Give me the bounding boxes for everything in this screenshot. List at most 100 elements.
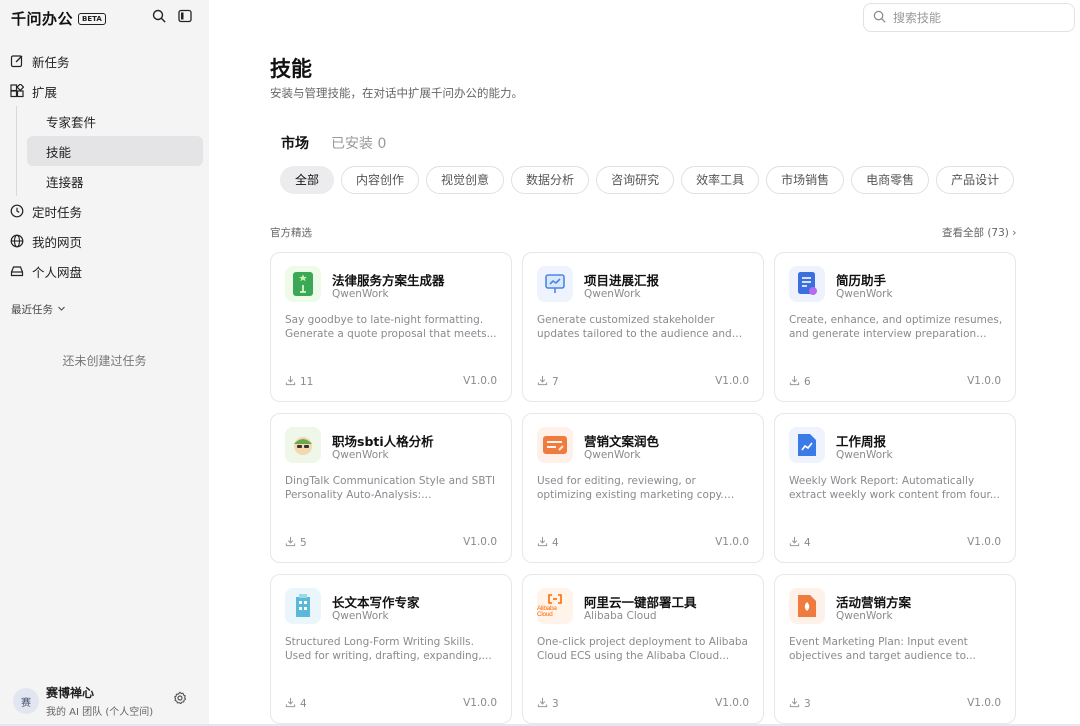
skill-description: Create, enhance, and optimize resumes, a… (789, 314, 1003, 340)
skill-version: V1.0.0 (715, 375, 749, 387)
chip-visual-creative[interactable]: 视觉创意 (426, 166, 505, 194)
skill-description: DingTalk Communication Style and SBTI Pe… (285, 475, 496, 501)
skill-name: 简历助手 (836, 273, 887, 288)
presentation-icon (537, 266, 573, 302)
download-count: 3 (537, 697, 559, 711)
sidebar-item-label: 扩展 (32, 84, 58, 100)
brand: 千问办公 BETA (11, 8, 106, 29)
chip-data-analysis[interactable]: 数据分析 (511, 166, 590, 194)
sidebar-item-new-task[interactable]: 新任务 (0, 46, 209, 76)
skill-card[interactable]: 项目进展汇报 QwenWork Generate customized stak… (522, 252, 764, 402)
download-count-value: 4 (300, 698, 307, 710)
edit-icon (10, 54, 24, 68)
download-count-value: 3 (804, 698, 811, 710)
skill-card[interactable]: 活动营销方案 QwenWork Event Marketing Plan: In… (774, 574, 1016, 724)
chip-productivity-tools[interactable]: 效率工具 (681, 166, 760, 194)
skill-card[interactable]: 职场sbti人格分析 QwenWork DingTalk Communicati… (270, 413, 512, 563)
beta-badge: BETA (78, 12, 106, 25)
page-subtitle: 安装与管理技能，在对话中扩展千问办公的能力。 (270, 86, 523, 100)
skill-description: Generate customized stakeholder updates … (537, 314, 732, 340)
sidebar-item-my-pages[interactable]: 我的网页 (0, 226, 209, 256)
skill-author: QwenWork (836, 288, 893, 300)
download-count: 3 (789, 697, 811, 711)
skill-version: V1.0.0 (967, 536, 1001, 548)
skill-author: QwenWork (332, 610, 389, 622)
drive-icon (10, 264, 24, 278)
search-bar[interactable] (863, 3, 1075, 32)
skill-card[interactable]: 营销文案润色 QwenWork Used for editing, review… (522, 413, 764, 563)
download-count: 4 (285, 697, 307, 711)
download-count-value: 4 (552, 537, 559, 549)
chip-product-design[interactable]: 产品设计 (936, 166, 1015, 194)
sidebar-item-expert-kits[interactable]: 专家套件 (27, 106, 203, 136)
download-count: 5 (285, 536, 307, 550)
skill-card[interactable]: 法律服务方案生成器 QwenWork Say goodbye to late-n… (270, 252, 512, 402)
download-icon (789, 375, 800, 389)
skill-name: 职场sbti人格分析 (332, 434, 434, 449)
sidebar: 千问办公 BETA 新任务 扩展 专家套件 技能 连接器 定时任务 我的网页 个… (0, 0, 209, 726)
download-count: 4 (789, 536, 811, 550)
download-count: 7 (537, 375, 559, 389)
chip-all[interactable]: 全部 (280, 166, 335, 194)
building-icon (285, 588, 321, 624)
download-count-value: 6 (804, 376, 811, 388)
download-count-value: 5 (300, 537, 307, 549)
skill-version: V1.0.0 (715, 536, 749, 548)
user-profile[interactable]: 赛 赛博禅心 我的 AI 团队 (个人空间) (13, 684, 193, 718)
skill-card[interactable]: Alibaba Cloud 阿里云一键部署工具 Alibaba Cloud On… (522, 574, 764, 724)
sidebar-item-skills[interactable]: 技能 (27, 136, 203, 166)
sidebar-item-label: 连接器 (46, 174, 84, 190)
skill-card[interactable]: 工作周报 QwenWork Weekly Work Report: Automa… (774, 413, 1016, 563)
tab-market[interactable]: 市场 (281, 133, 309, 153)
section-label: 官方精选 (270, 227, 312, 239)
download-icon (537, 536, 548, 550)
search-icon (873, 8, 886, 27)
logo-text: Alibaba Cloud (537, 604, 557, 618)
sidebar-nav: 新任务 扩展 专家套件 技能 连接器 定时任务 我的网页 个人网盘 (0, 46, 209, 286)
file-fire-icon (789, 588, 825, 624)
sidebar-item-personal-drive[interactable]: 个人网盘 (0, 256, 209, 286)
sidebar-item-label: 专家套件 (46, 114, 97, 130)
chip-marketing-sales[interactable]: 市场销售 (766, 166, 845, 194)
chip-ecommerce-retail[interactable]: 电商零售 (851, 166, 930, 194)
sidebar-item-extensions[interactable]: 扩展 (0, 76, 209, 106)
chip-content-creation[interactable]: 内容创作 (341, 166, 420, 194)
gear-icon[interactable] (173, 690, 187, 709)
clock-icon (10, 204, 24, 218)
download-icon (789, 536, 800, 550)
search-input[interactable] (893, 10, 1063, 25)
download-icon (537, 375, 548, 389)
user-name: 赛博禅心 (46, 686, 95, 700)
skill-name: 长文本写作专家 (332, 595, 420, 610)
chevron-down-icon (57, 304, 66, 316)
download-count: 4 (537, 536, 559, 550)
download-count-value: 11 (300, 376, 314, 388)
sidebar-item-scheduled-tasks[interactable]: 定时任务 (0, 196, 209, 226)
skill-version: V1.0.0 (967, 697, 1001, 709)
skill-card[interactable]: 简历助手 QwenWork Create, enhance, and optim… (774, 252, 1016, 402)
download-icon (285, 536, 296, 550)
sidebar-toggle-icon[interactable] (178, 9, 192, 23)
skill-card[interactable]: 长文本写作专家 QwenWork Structured Long-Form Wr… (270, 574, 512, 724)
skill-description: Event Marketing Plan: Input event object… (789, 636, 976, 662)
tabs: 市场 已安装 0 (281, 133, 386, 153)
chip-consulting-research[interactable]: 咨询研究 (596, 166, 675, 194)
skill-description: Used for editing, reviewing, or optimizi… (537, 475, 724, 501)
recent-tasks-toggle[interactable]: 最近任务 (11, 302, 66, 317)
skill-name: 法律服务方案生成器 (332, 273, 445, 288)
tab-installed[interactable]: 已安装 0 (331, 133, 386, 153)
view-all-link[interactable]: 查看全部 (73) › (942, 225, 1016, 240)
user-team: 我的 AI 团队 (个人空间) (46, 707, 154, 718)
download-count-value: 7 (552, 376, 559, 388)
card-edit-icon (537, 427, 573, 463)
skill-name: 营销文案润色 (584, 434, 660, 449)
search-icon[interactable] (152, 9, 166, 23)
person-icon (285, 427, 321, 463)
sidebar-item-label: 个人网盘 (32, 264, 83, 280)
skill-version: V1.0.0 (463, 697, 497, 709)
app-name: 千问办公 (11, 10, 74, 28)
download-icon (789, 697, 800, 711)
avatar: 赛 (13, 688, 39, 714)
extensions-submenu: 专家套件 技能 连接器 (16, 106, 209, 196)
sidebar-item-connectors[interactable]: 连接器 (27, 166, 203, 196)
